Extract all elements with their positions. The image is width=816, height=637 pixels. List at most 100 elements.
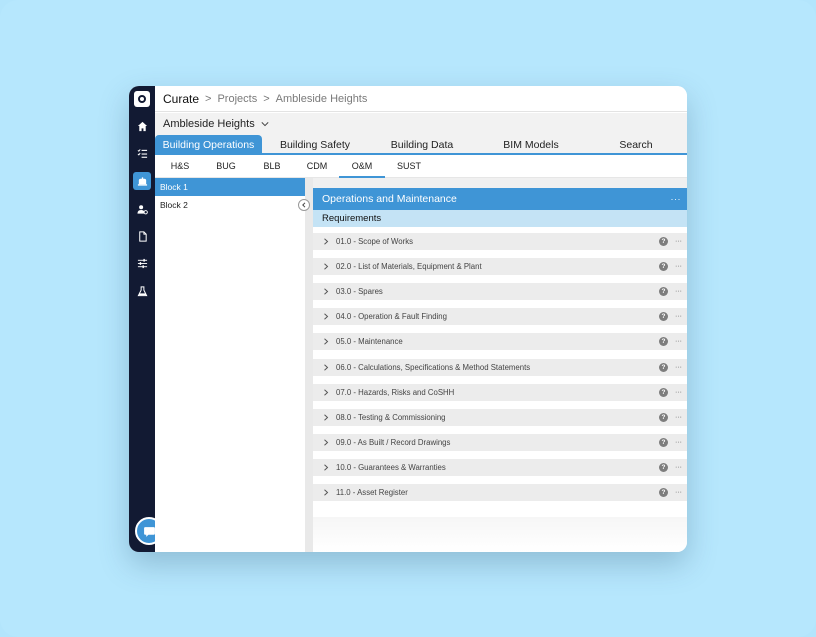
more-options-icon[interactable]: ··· — [675, 333, 682, 350]
more-options-icon[interactable]: ··· — [675, 384, 682, 401]
tab-search[interactable]: Search — [593, 135, 679, 155]
requirement-row[interactable]: 06.0 - Calculations, Specifications & Me… — [313, 358, 687, 376]
requirement-label: 04.0 - Operation & Fault Finding — [336, 312, 447, 322]
requirement-label: 06.0 - Calculations, Specifications & Me… — [336, 362, 531, 372]
more-options-icon[interactable]: ··· — [675, 459, 682, 476]
requirement-row[interactable]: 02.0 - List of Materials, Equipment & Pl… — [313, 258, 687, 276]
breadcrumb-project[interactable]: Ambleside Heights — [276, 93, 368, 105]
block-item-1[interactable]: Block 1 — [155, 178, 305, 196]
collapse-panel-button[interactable] — [298, 199, 310, 211]
nav-rail — [129, 86, 155, 552]
requirement-label: 10.0 - Guarantees & Warranties — [336, 462, 446, 472]
breadcrumb-app[interactable]: Curate — [163, 92, 199, 106]
help-icon[interactable]: ? — [659, 462, 668, 472]
requirement-label: 08.0 - Testing & Commissioning — [336, 412, 446, 422]
requirement-row[interactable]: 04.0 - Operation & Fault Finding? ··· — [313, 308, 687, 326]
checklist-icon[interactable] — [133, 144, 151, 162]
chevron-right-icon[interactable] — [323, 439, 329, 446]
project-selector[interactable]: Ambleside Heights — [155, 113, 687, 135]
requirement-row[interactable]: 10.0 - Guarantees & Warranties? ··· — [313, 458, 687, 476]
requirement-label: 05.0 - Maintenance — [336, 337, 403, 347]
more-options-icon[interactable]: ··· — [675, 409, 682, 426]
more-options-icon[interactable]: ··· — [675, 359, 682, 376]
project-name: Ambleside Heights — [163, 118, 255, 130]
chevron-right-icon[interactable] — [323, 389, 329, 396]
help-icon[interactable]: ? — [659, 337, 668, 347]
chevron-right-icon[interactable] — [323, 238, 329, 245]
panel-footer — [313, 517, 687, 552]
requirement-row[interactable]: 01.0 - Scope of Works? ··· — [313, 233, 687, 250]
chevron-right-icon[interactable] — [323, 338, 329, 345]
chevron-right-icon[interactable] — [323, 313, 329, 320]
panel-splitter[interactable] — [305, 178, 313, 552]
chevron-right-icon[interactable] — [323, 489, 329, 496]
requirement-row[interactable]: 09.0 - As Built / Record Drawings? ··· — [313, 433, 687, 451]
chevron-right-icon[interactable] — [323, 288, 329, 295]
help-icon[interactable]: ? — [659, 237, 668, 246]
requirement-row[interactable]: 11.0 - Asset Register? ··· — [313, 484, 687, 501]
requirement-label: 09.0 - As Built / Record Drawings — [336, 437, 451, 447]
more-options-icon[interactable]: ··· — [675, 283, 682, 300]
app-window: Curate > Projects > Ambleside Heights Am… — [129, 86, 687, 552]
help-icon[interactable]: ? — [659, 287, 668, 297]
building-icon[interactable] — [133, 172, 151, 190]
requirement-row[interactable]: 07.0 - Hazards, Risks and CoSHH? ··· — [313, 383, 687, 401]
subtab-hs[interactable]: H&S — [161, 157, 199, 178]
tab-building-operations[interactable]: Building Operations — [155, 135, 262, 155]
help-icon[interactable]: ? — [659, 437, 668, 447]
tab-bim-models[interactable]: BIM Models — [485, 135, 577, 155]
chevron-right-icon[interactable] — [323, 464, 329, 471]
requirement-label: 01.0 - Scope of Works — [336, 237, 413, 246]
help-icon[interactable]: ? — [659, 262, 668, 272]
tab-building-safety[interactable]: Building Safety — [267, 135, 363, 155]
more-options-icon[interactable]: ··· — [675, 434, 682, 451]
requirement-label: 11.0 - Asset Register — [336, 488, 408, 497]
more-options-icon[interactable]: ··· — [675, 233, 682, 250]
breadcrumb-separator: > — [205, 92, 212, 105]
sliders-icon[interactable] — [133, 254, 151, 272]
requirement-row[interactable]: 08.0 - Testing & Commissioning? ··· — [313, 408, 687, 426]
flask-icon[interactable] — [133, 282, 151, 300]
chevron-left-icon — [302, 202, 306, 208]
chevron-down-icon — [261, 122, 269, 127]
requirement-label: 02.0 - List of Materials, Equipment & Pl… — [336, 262, 482, 272]
requirement-label: 07.0 - Hazards, Risks and CoSHH — [336, 387, 455, 397]
help-icon[interactable]: ? — [659, 312, 668, 322]
requirements-header: Requirements — [313, 210, 687, 227]
subtab-sust[interactable]: SUST — [390, 157, 428, 178]
help-icon[interactable]: ? — [659, 488, 668, 497]
om-panel-title: Operations and Maintenance — [322, 193, 457, 205]
document-icon[interactable] — [133, 227, 151, 245]
chevron-right-icon[interactable] — [323, 414, 329, 421]
om-panel-header: Operations and Maintenance ··· — [313, 188, 687, 210]
more-options-icon[interactable]: ··· — [675, 258, 682, 275]
breadcrumb: Curate > Projects > Ambleside Heights — [155, 86, 687, 112]
breadcrumb-separator: > — [263, 92, 270, 105]
requirement-label: 03.0 - Spares — [336, 287, 383, 297]
chevron-right-icon[interactable] — [323, 263, 329, 270]
subtab-blb[interactable]: BLB — [253, 157, 291, 178]
om-panel: Operations and Maintenance ··· Requireme… — [313, 178, 687, 552]
more-options-icon[interactable]: ··· — [671, 188, 682, 210]
logo-icon[interactable] — [134, 91, 150, 107]
breadcrumb-projects[interactable]: Projects — [217, 93, 257, 105]
tab-building-data[interactable]: Building Data — [375, 135, 469, 155]
home-icon[interactable] — [133, 117, 151, 135]
block-item-2[interactable]: Block 2 — [155, 196, 305, 214]
user-settings-icon[interactable] — [133, 200, 151, 218]
requirements-list: 01.0 - Scope of Works? ··· 02.0 - List of … — [313, 227, 687, 517]
requirement-row[interactable]: 03.0 - Spares? ··· — [313, 283, 687, 301]
subtab-cdm[interactable]: CDM — [298, 157, 336, 178]
subtab-bug[interactable]: BUG — [207, 157, 245, 178]
blocks-panel: Block 1 Block 2 — [155, 178, 305, 552]
subtab-om[interactable]: O&M — [339, 157, 385, 178]
main-tabs: Building Operations Building Safety Buil… — [155, 135, 687, 155]
help-icon[interactable]: ? — [659, 387, 668, 397]
more-options-icon[interactable]: ··· — [675, 308, 682, 325]
more-options-icon[interactable]: ··· — [675, 484, 682, 501]
help-icon[interactable]: ? — [659, 362, 668, 372]
help-icon[interactable]: ? — [659, 412, 668, 422]
requirement-row[interactable]: 05.0 - Maintenance? ··· — [313, 333, 687, 351]
chevron-right-icon[interactable] — [323, 363, 329, 371]
sub-tabs: H&S BUG BLB CDM O&M SUST — [155, 157, 687, 178]
